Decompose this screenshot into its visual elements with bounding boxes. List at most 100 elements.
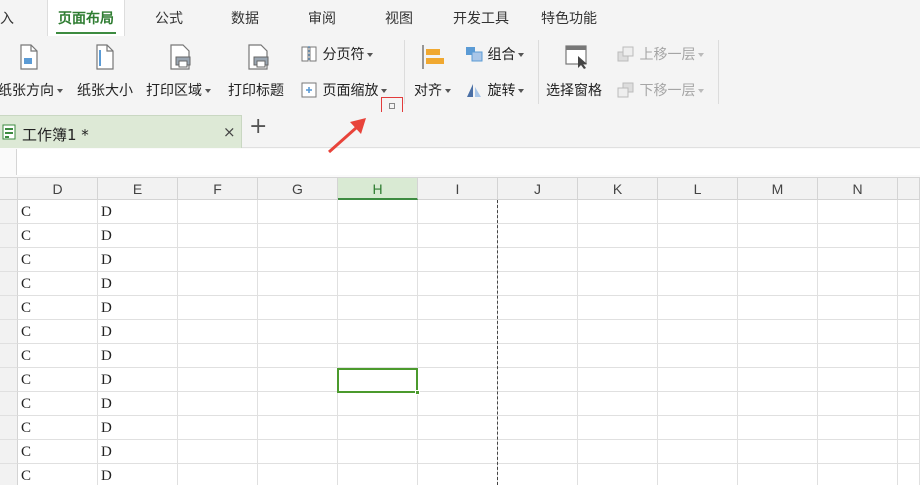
grid-cell[interactable] xyxy=(738,200,818,224)
grid-cell[interactable] xyxy=(498,224,578,248)
grid-cell[interactable] xyxy=(738,440,818,464)
grid-cell[interactable] xyxy=(658,200,738,224)
grid-cell[interactable] xyxy=(818,392,898,416)
grid-cell[interactable] xyxy=(178,416,258,440)
grid-cell[interactable] xyxy=(258,392,338,416)
grid-cell[interactable] xyxy=(258,464,338,485)
grid-cell[interactable] xyxy=(258,440,338,464)
grid-cell[interactable] xyxy=(578,224,658,248)
grid-cell[interactable] xyxy=(258,368,338,392)
grid-cell[interactable] xyxy=(578,344,658,368)
formula-input[interactable] xyxy=(16,149,920,175)
grid-cell[interactable]: C xyxy=(18,344,98,368)
grid-cell[interactable] xyxy=(178,248,258,272)
grid-cell[interactable] xyxy=(578,392,658,416)
grid-cell[interactable] xyxy=(658,392,738,416)
grid-cell[interactable] xyxy=(818,224,898,248)
grid-cell[interactable] xyxy=(738,248,818,272)
column-header-partial[interactable] xyxy=(898,178,920,200)
grid-cell[interactable] xyxy=(338,344,418,368)
column-header[interactable]: L xyxy=(658,178,738,200)
row-header[interactable] xyxy=(0,272,18,296)
grid-cell[interactable]: D xyxy=(98,344,178,368)
grid-cell[interactable]: C xyxy=(18,224,98,248)
column-header[interactable]: M xyxy=(738,178,818,200)
grid-cell[interactable] xyxy=(738,296,818,320)
grid-cell[interactable] xyxy=(898,200,920,224)
grid-cell[interactable] xyxy=(258,224,338,248)
grid-cell[interactable] xyxy=(178,320,258,344)
grid-cell[interactable] xyxy=(818,344,898,368)
grid-cell[interactable] xyxy=(418,320,498,344)
grid-cell[interactable] xyxy=(418,392,498,416)
grid-cell[interactable] xyxy=(178,272,258,296)
grid-cell[interactable] xyxy=(498,272,578,296)
grid-cell[interactable]: C xyxy=(18,320,98,344)
grid-cell[interactable] xyxy=(498,320,578,344)
print-titles-button[interactable]: 打印标题 xyxy=(228,80,284,100)
grid-cell[interactable] xyxy=(658,320,738,344)
selection-pane-button[interactable]: 选择窗格 xyxy=(546,80,602,100)
print-area-button[interactable]: 打印区域 xyxy=(146,80,211,100)
add-tab-icon[interactable]: + xyxy=(249,114,267,139)
grid-cell[interactable] xyxy=(178,296,258,320)
grid-cell[interactable] xyxy=(258,296,338,320)
grid-cell[interactable] xyxy=(258,344,338,368)
row-header[interactable] xyxy=(0,440,18,464)
grid-cell[interactable] xyxy=(578,320,658,344)
grid-cell[interactable] xyxy=(578,296,658,320)
grid-cell[interactable] xyxy=(338,464,418,485)
grid-cell[interactable]: C xyxy=(18,296,98,320)
grid-cell[interactable] xyxy=(738,464,818,485)
grid-cell[interactable]: D xyxy=(98,200,178,224)
grid-cell[interactable] xyxy=(338,296,418,320)
column-header[interactable]: F xyxy=(178,178,258,200)
grid-cell[interactable] xyxy=(578,416,658,440)
grid-cell[interactable]: D xyxy=(98,320,178,344)
grid-cell[interactable]: C xyxy=(18,416,98,440)
row-header[interactable] xyxy=(0,224,18,248)
tab-formulas[interactable]: 公式 xyxy=(155,0,183,36)
column-header[interactable]: D xyxy=(18,178,98,200)
close-icon[interactable]: × xyxy=(223,123,236,141)
grid-cell[interactable] xyxy=(738,392,818,416)
grid-cell[interactable] xyxy=(338,224,418,248)
group-button[interactable]: 组合 xyxy=(465,44,525,64)
grid-cell[interactable] xyxy=(658,224,738,248)
grid-cell[interactable] xyxy=(738,224,818,248)
grid-cell[interactable] xyxy=(178,344,258,368)
grid-cell[interactable]: D xyxy=(98,416,178,440)
grid-cell[interactable] xyxy=(418,272,498,296)
workbook-tab[interactable]: 工作簿1 * × xyxy=(0,115,242,148)
grid-cell[interactable]: C xyxy=(18,440,98,464)
grid-cell[interactable]: D xyxy=(98,440,178,464)
bring-forward-button[interactable]: 上移一层 xyxy=(617,44,705,64)
grid-cell[interactable] xyxy=(898,224,920,248)
grid-cell[interactable] xyxy=(898,464,920,485)
fill-handle[interactable] xyxy=(415,390,420,395)
grid-cell[interactable] xyxy=(818,320,898,344)
grid-cell[interactable] xyxy=(338,392,418,416)
grid-cell[interactable] xyxy=(338,416,418,440)
grid-cell[interactable]: D xyxy=(98,248,178,272)
grid-cell[interactable] xyxy=(498,368,578,392)
tab-data[interactable]: 数据 xyxy=(231,0,259,36)
grid-cell[interactable] xyxy=(418,248,498,272)
tab-insert[interactable]: 插入 xyxy=(0,0,14,36)
column-header-selected[interactable]: H xyxy=(338,178,418,200)
row-header[interactable] xyxy=(0,368,18,392)
grid-cell[interactable] xyxy=(418,368,498,392)
grid-cell[interactable] xyxy=(498,296,578,320)
grid-cell[interactable] xyxy=(898,416,920,440)
grid-cell[interactable] xyxy=(658,368,738,392)
grid-cell[interactable] xyxy=(418,464,498,485)
grid-cell[interactable] xyxy=(658,440,738,464)
grid-cell[interactable] xyxy=(418,416,498,440)
row-header[interactable] xyxy=(0,392,18,416)
grid-cell[interactable] xyxy=(258,272,338,296)
grid-cell[interactable] xyxy=(578,248,658,272)
grid-cell[interactable] xyxy=(898,248,920,272)
grid-cell[interactable] xyxy=(418,440,498,464)
grid-cell[interactable] xyxy=(658,464,738,485)
grid-cell[interactable] xyxy=(658,272,738,296)
